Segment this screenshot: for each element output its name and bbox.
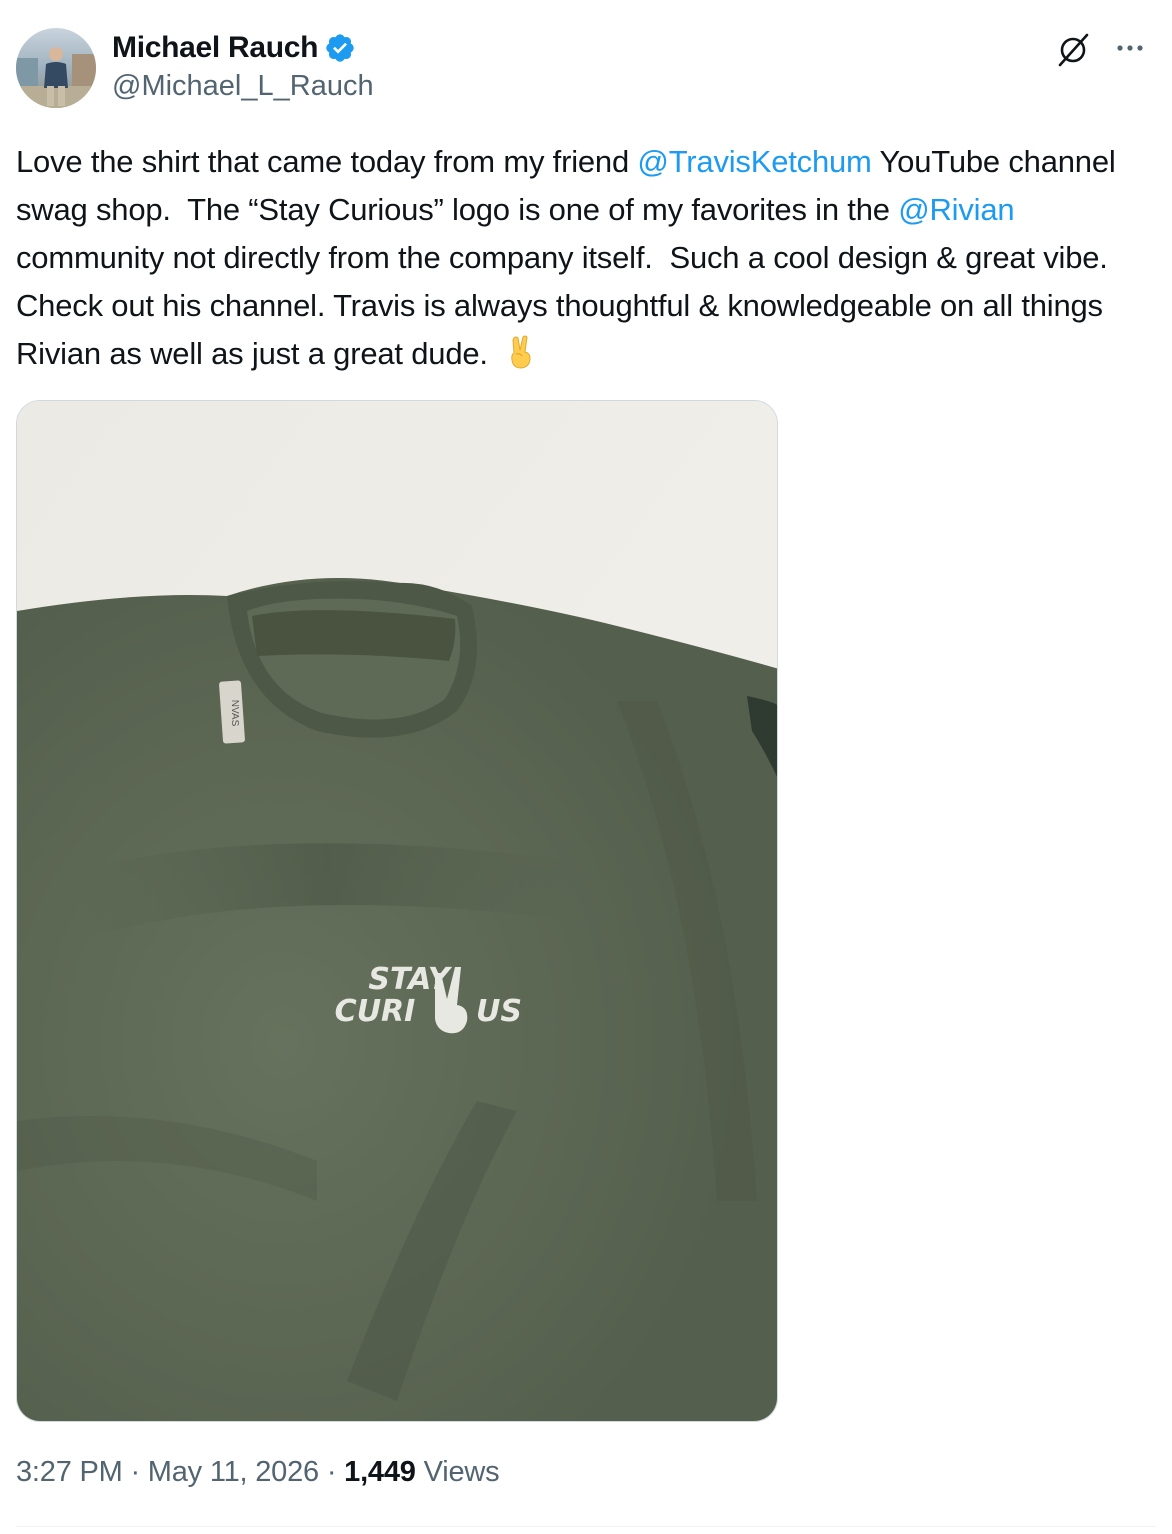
more-icon [1117, 45, 1143, 51]
tweet-text: Love the shirt that came today from my f… [16, 138, 1166, 378]
tweet-text-part: Love the shirt that came today from my f… [16, 144, 638, 179]
meta-separator: · [122, 1456, 148, 1488]
mention-travisketchum[interactable]: @TravisKetchum [637, 144, 871, 179]
name-row: Michael Rauch [112, 30, 374, 66]
tweet-date[interactable]: May 11, 2026 [148, 1456, 319, 1488]
tweet-meta: 3:27 PM · May 11, 2026 · 1,449 Views [16, 1456, 500, 1489]
mention-rivian[interactable]: @Rivian [898, 192, 1014, 227]
handle[interactable]: @Michael_L_Rauch [112, 70, 374, 103]
more-button[interactable] [1108, 28, 1152, 72]
avatar[interactable] [16, 28, 96, 108]
divider [16, 1526, 1156, 1527]
grok-button[interactable] [1052, 28, 1096, 72]
verified-badge-icon[interactable] [324, 32, 356, 64]
shirt-tag-text: NVAS [229, 700, 240, 727]
logo-line-2b: US [476, 994, 522, 1029]
avatar-image [16, 28, 96, 108]
victory-hand-emoji-icon [506, 334, 536, 370]
grok-icon [1058, 33, 1089, 67]
tshirt-photo: NVAS STAY CURI US [17, 401, 777, 1421]
display-name[interactable]: Michael Rauch [112, 31, 318, 65]
views-count: 1,449 [344, 1456, 416, 1488]
author-block: Michael Rauch @Michael_L_Rauch [112, 30, 374, 103]
meta-separator: · [318, 1456, 345, 1488]
logo-line-2a: CURI [335, 994, 416, 1029]
views-label: Views [415, 1456, 500, 1488]
tweet-time[interactable]: 3:27 PM [16, 1456, 123, 1488]
tweet-photo[interactable]: NVAS STAY CURI US [16, 400, 778, 1422]
tweet: Michael Rauch @Michael_L_Rauch Love the … [0, 0, 1172, 1534]
